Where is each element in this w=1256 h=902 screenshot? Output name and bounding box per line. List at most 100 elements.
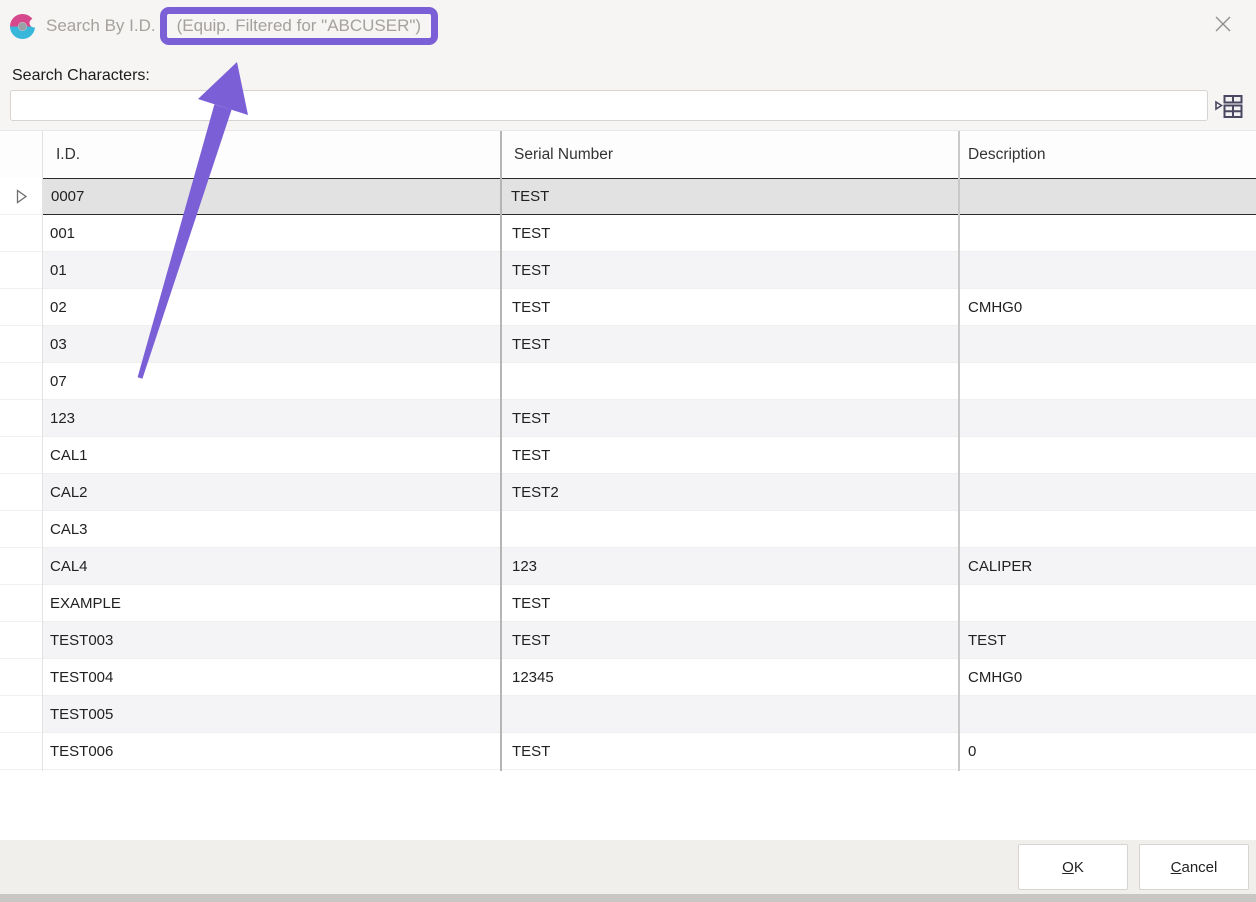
table-row[interactable]: 07 [0,363,1256,400]
table-row[interactable]: TEST003TESTTEST [0,622,1256,659]
cell-id[interactable]: TEST003 [42,622,500,658]
column-divider[interactable] [958,131,960,771]
cell-serial-number[interactable]: TEST [500,733,958,769]
cell-serial-number[interactable]: TEST [500,326,958,362]
cell-id[interactable]: CAL4 [42,548,500,584]
close-icon[interactable] [1212,13,1234,35]
column-header-description[interactable]: Description [958,131,1256,178]
row-selector-cell[interactable] [0,252,42,289]
column-divider [42,131,43,771]
cell-description[interactable] [958,511,1256,547]
cell-description[interactable] [958,363,1256,399]
cell-description[interactable]: CMHG0 [958,289,1256,325]
table-row[interactable]: TEST00412345CMHG0 [0,659,1256,696]
cell-description[interactable] [957,179,1256,214]
cell-id[interactable]: 07 [42,363,500,399]
grid-lookup-icon[interactable] [1212,91,1246,121]
cell-description[interactable]: 0 [958,733,1256,769]
cell-description[interactable] [958,215,1256,251]
row-selector-cell[interactable] [0,622,42,659]
table-row[interactable]: TEST006TEST0 [0,733,1256,770]
cell-serial-number[interactable]: 123 [500,548,958,584]
cell-id[interactable]: CAL2 [42,474,500,510]
row-selector-cell[interactable] [0,326,42,363]
table-row-band: 03TEST [42,326,1256,363]
cell-description[interactable] [958,400,1256,436]
row-selector-cell[interactable] [0,585,42,622]
cell-id[interactable]: TEST004 [42,659,500,695]
cell-serial-number[interactable]: TEST [500,252,958,288]
table-row[interactable]: 123TEST [0,400,1256,437]
cell-description[interactable] [958,437,1256,473]
table-row[interactable]: 01TEST [0,252,1256,289]
row-selector-cell[interactable] [0,437,42,474]
table-body: 0007TEST001TEST01TEST02TESTCMHG003TEST07… [0,178,1256,770]
row-selector-cell[interactable] [0,733,42,770]
cell-id[interactable]: TEST005 [42,696,500,732]
table-row[interactable]: CAL3 [0,511,1256,548]
cell-id[interactable]: 123 [42,400,500,436]
cell-description[interactable] [958,696,1256,732]
cell-id[interactable]: TEST006 [42,733,500,769]
table-row-band: CAL2TEST2 [42,474,1256,511]
row-selector-cell[interactable] [0,289,42,326]
row-selector-cell[interactable] [0,215,42,252]
table-row[interactable]: 03TEST [0,326,1256,363]
table-row[interactable]: CAL1TEST [0,437,1256,474]
cell-serial-number[interactable] [500,363,958,399]
row-selector-cell[interactable] [0,363,42,400]
cell-description[interactable]: CMHG0 [958,659,1256,695]
table-row[interactable]: CAL4123CALIPER [0,548,1256,585]
table-row-band: 02TESTCMHG0 [42,289,1256,326]
ok-button[interactable]: OK [1018,844,1128,890]
table-row[interactable]: CAL2TEST2 [0,474,1256,511]
cell-serial-number[interactable]: 12345 [500,659,958,695]
cell-id[interactable]: 01 [42,252,500,288]
cell-serial-number[interactable]: TEST [500,289,958,325]
search-input[interactable] [10,90,1208,121]
table-row-band: 0007TEST [42,178,1256,215]
cell-serial-number[interactable] [500,511,958,547]
cell-id[interactable]: 02 [42,289,500,325]
selected-row-indicator[interactable] [0,178,42,215]
cell-description[interactable] [958,474,1256,510]
column-header-serial-number[interactable]: Serial Number [500,131,958,178]
cell-serial-number[interactable]: TEST [500,215,958,251]
cell-serial-number[interactable]: TEST [500,622,958,658]
cell-id[interactable]: EXAMPLE [42,585,500,621]
row-selector-cell[interactable] [0,511,42,548]
cell-description[interactable]: CALIPER [958,548,1256,584]
cell-description[interactable] [958,252,1256,288]
row-selector-cell[interactable] [0,474,42,511]
table-row[interactable]: 0007TEST [0,178,1256,215]
row-selector-cell[interactable] [0,548,42,585]
cell-id[interactable]: CAL3 [42,511,500,547]
cell-description[interactable] [958,585,1256,621]
selector-column-header [0,131,42,178]
row-selector-icon [15,189,28,204]
cell-id[interactable]: 03 [42,326,500,362]
cell-serial-number[interactable]: TEST [500,585,958,621]
table-row[interactable]: 02TESTCMHG0 [0,289,1256,326]
cell-serial-number[interactable]: TEST [499,179,957,214]
table-row[interactable]: TEST005 [0,696,1256,733]
cell-serial-number[interactable]: TEST2 [500,474,958,510]
table-row[interactable]: EXAMPLETEST [0,585,1256,622]
row-selector-cell[interactable] [0,400,42,437]
row-selector-cell[interactable] [0,659,42,696]
cell-id[interactable]: 001 [42,215,500,251]
table-row[interactable]: 001TEST [0,215,1256,252]
row-selector-cell[interactable] [0,696,42,733]
cell-id[interactable]: CAL1 [42,437,500,473]
column-header-id[interactable]: I.D. [42,131,500,178]
column-divider[interactable] [500,131,502,771]
cell-serial-number[interactable]: TEST [500,400,958,436]
cell-id[interactable]: 0007 [43,179,499,214]
table-row-band: 01TEST [42,252,1256,289]
cell-description[interactable] [958,326,1256,362]
ok-button-label: OK [1062,859,1084,876]
cancel-button[interactable]: Cancel [1139,844,1249,890]
cell-serial-number[interactable]: TEST [500,437,958,473]
cell-serial-number[interactable] [500,696,958,732]
cell-description[interactable]: TEST [958,622,1256,658]
